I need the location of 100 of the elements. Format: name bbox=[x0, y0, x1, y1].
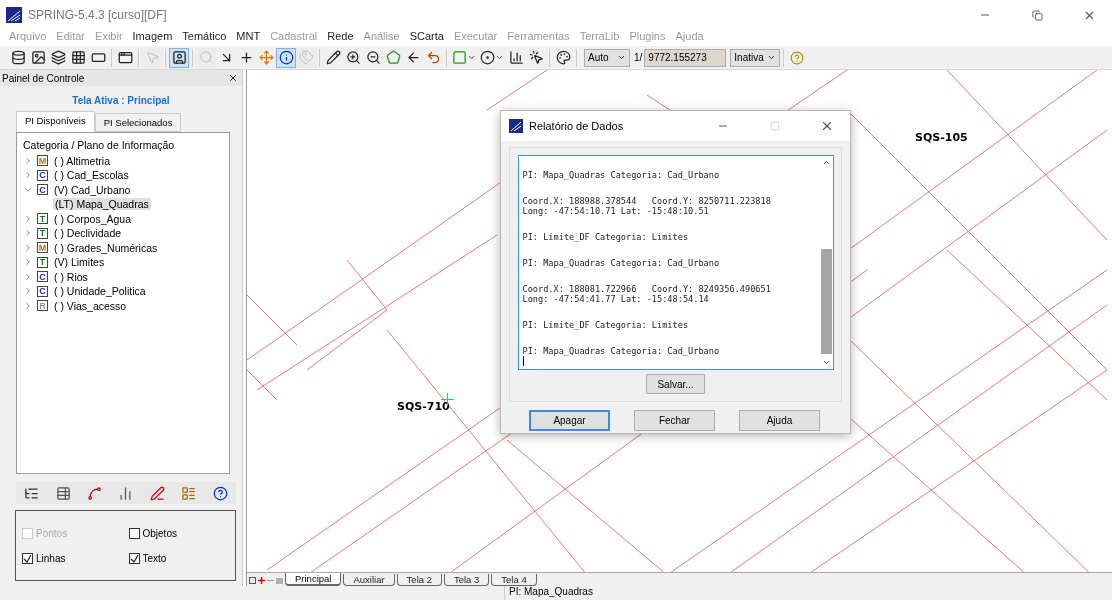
zoom-out-icon bbox=[365, 50, 381, 65]
scroll-down-icon[interactable] bbox=[821, 358, 831, 367]
tree-item[interactable]: ( ) Declividade bbox=[52, 227, 124, 240]
search-icon bbox=[198, 50, 214, 65]
menu-item[interactable]: MNT bbox=[231, 30, 266, 44]
image-icon bbox=[30, 50, 46, 65]
zoom-in-icon bbox=[345, 50, 361, 65]
category-badge: R bbox=[37, 300, 48, 312]
bar-chart-icon[interactable] bbox=[118, 485, 134, 501]
screen-tab[interactable]: Tela 4 bbox=[491, 574, 537, 586]
caret-icon bbox=[467, 53, 476, 62]
chevron-icon[interactable] bbox=[23, 170, 33, 181]
chevron-icon[interactable] bbox=[23, 155, 33, 166]
state-dropdown[interactable]: Inativa bbox=[730, 48, 781, 67]
save-button[interactable]: Salvar... bbox=[646, 374, 705, 394]
text-cursor bbox=[522, 356, 524, 366]
tags-icon bbox=[298, 50, 314, 65]
chevron-icon[interactable] bbox=[23, 213, 33, 224]
tree-item[interactable]: (LT) Mapa_Quadras bbox=[53, 198, 151, 211]
tree-item[interactable]: ( ) Vias_acesso bbox=[52, 299, 129, 312]
chevron-icon[interactable] bbox=[23, 228, 33, 239]
category-badge: T bbox=[37, 256, 48, 268]
chevron-icon[interactable] bbox=[23, 286, 33, 297]
undo-icon bbox=[425, 50, 441, 65]
option-label: Objetos bbox=[142, 527, 177, 539]
menu-item[interactable]: Imagem bbox=[127, 30, 178, 44]
dialog-button[interactable]: Fechar bbox=[634, 410, 715, 431]
block-label: SQS-105 bbox=[915, 131, 968, 144]
screen-tab[interactable]: Auxiliar bbox=[343, 574, 395, 586]
tool-button[interactable] bbox=[276, 47, 296, 68]
category-badge: C bbox=[37, 169, 48, 181]
tree-item[interactable]: ( ) Unidade_Politica bbox=[52, 285, 148, 298]
cursor-plus-icon bbox=[528, 50, 544, 65]
person-icon bbox=[171, 50, 187, 65]
panel-title: Painel de Controle bbox=[2, 72, 85, 84]
checkbox[interactable] bbox=[128, 552, 140, 564]
scrollbar-thumb[interactable] bbox=[820, 249, 832, 354]
tree-item[interactable]: ( ) Grades_Numéricas bbox=[52, 241, 160, 254]
caret-icon bbox=[767, 53, 777, 62]
tree-item[interactable]: ( ) Rios bbox=[52, 270, 90, 283]
window-icon[interactable] bbox=[249, 577, 256, 584]
pen-icon[interactable] bbox=[149, 485, 165, 501]
pencil-icon bbox=[325, 50, 341, 65]
chevron-icon[interactable] bbox=[23, 257, 33, 268]
option-label: Linhas bbox=[36, 552, 66, 564]
remove-icon[interactable] bbox=[267, 577, 274, 584]
dialog-button[interactable]: Ajuda bbox=[739, 410, 820, 431]
dialog-title: Relatório de Dados bbox=[529, 120, 625, 132]
help-icon bbox=[790, 50, 805, 65]
cursor-icon bbox=[144, 50, 160, 65]
tree-item[interactable]: (V) Cad_Urbano bbox=[52, 183, 133, 196]
screen-tab[interactable]: Tela 3 bbox=[443, 574, 490, 586]
category-badge: C bbox=[37, 285, 48, 297]
dialog-button[interactable]: Apagar bbox=[529, 410, 610, 431]
category-badge: M bbox=[37, 242, 48, 254]
add-icon[interactable] bbox=[258, 577, 265, 584]
square-icon bbox=[452, 50, 467, 65]
circle-icon bbox=[480, 50, 495, 65]
scroll-up-icon[interactable] bbox=[821, 158, 831, 167]
checkbox[interactable] bbox=[128, 527, 140, 539]
help-icon[interactable] bbox=[212, 485, 228, 501]
window-icon bbox=[117, 50, 133, 65]
scale-prefix: 1/ bbox=[634, 52, 643, 63]
active-screen-label: Tela Ativa : Principal bbox=[71, 95, 171, 106]
report-line: PI: Mapa_Quadras Categoria: Cad_Urbano bbox=[522, 346, 721, 356]
screen-tab[interactable]: Principal bbox=[285, 573, 342, 586]
report-line: Coord.X: 188988.378544 Coord.Y: 8250711.223818 bbox=[522, 196, 772, 206]
report-line: PI: Limite_DF Categoria: Limites bbox=[522, 320, 690, 330]
tree-item[interactable]: (V) Limites bbox=[52, 256, 107, 269]
scale-field[interactable]: 9772.155273 bbox=[644, 48, 727, 67]
report-line: PI: Mapa_Quadras Categoria: Cad_Urbano bbox=[522, 258, 721, 268]
screen-tab[interactable]: Tela 2 bbox=[396, 574, 442, 586]
category-badge: C bbox=[37, 184, 48, 196]
menu-item[interactable]: Temático bbox=[177, 30, 232, 44]
tree-item[interactable]: ( ) Altimetria bbox=[52, 154, 112, 167]
menu-item[interactable]: SCarta bbox=[404, 30, 449, 44]
chevron-icon[interactable] bbox=[23, 271, 33, 282]
panel-tab[interactable]: PI Disponíveis bbox=[16, 111, 95, 132]
layers-icon bbox=[50, 50, 66, 65]
curve-icon[interactable] bbox=[87, 485, 103, 501]
chevron-icon[interactable] bbox=[23, 242, 33, 253]
legend-icon[interactable] bbox=[181, 485, 197, 501]
table-icon[interactable] bbox=[55, 485, 71, 501]
grid-icon bbox=[70, 50, 86, 65]
checkbox[interactable] bbox=[22, 552, 33, 564]
polygon-icon bbox=[385, 50, 401, 65]
report-line: Coord.X: 188081.722966 Coord.Y: 8249356.490651 bbox=[522, 284, 772, 294]
app-logo-icon bbox=[6, 7, 22, 23]
category-badge: T bbox=[37, 227, 48, 239]
close-icon[interactable] bbox=[228, 73, 238, 83]
mode-dropdown[interactable]: Auto bbox=[584, 48, 630, 67]
tree-item[interactable]: ( ) Corpos_Agua bbox=[52, 212, 134, 225]
list-icon[interactable] bbox=[24, 485, 40, 501]
menu-item[interactable]: Rede bbox=[322, 30, 359, 44]
category-badge: C bbox=[37, 271, 48, 283]
chevron-icon[interactable] bbox=[23, 300, 33, 311]
info-icon bbox=[278, 50, 294, 65]
tree-item[interactable]: ( ) Cad_Escolas bbox=[52, 169, 131, 182]
tool-button[interactable] bbox=[169, 47, 189, 68]
panel-tab[interactable]: PI Selecionados bbox=[94, 113, 182, 132]
